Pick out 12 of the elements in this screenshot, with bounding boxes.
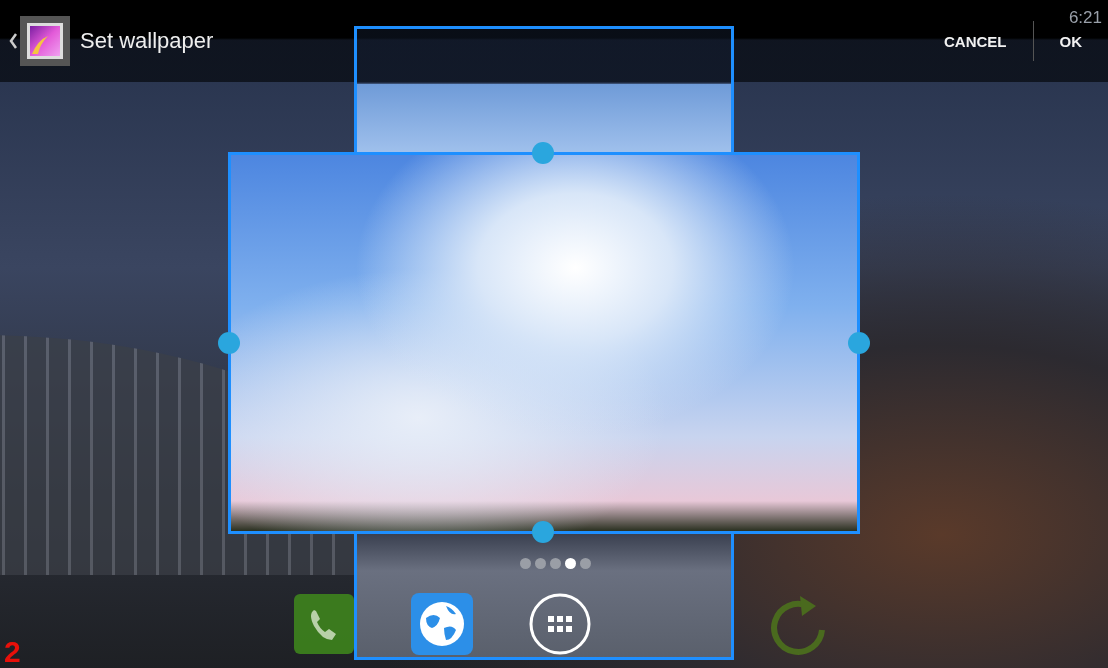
figure-number: 2 (4, 636, 21, 668)
app-grid-icon[interactable] (528, 592, 592, 656)
cancel-button[interactable]: CANCEL (930, 19, 1021, 63)
portrait-crop-frame-top[interactable] (354, 26, 734, 152)
gallery-app-icon[interactable] (20, 16, 70, 66)
landscape-crop-frame[interactable] (228, 152, 860, 534)
screen-title: Set wallpaper (80, 28, 214, 54)
phone-icon[interactable] (292, 592, 356, 656)
globe-icon[interactable] (410, 592, 474, 656)
status-time: 6:21 (1068, 8, 1102, 28)
portrait-crop-frame-bottom[interactable] (354, 534, 734, 660)
back-caret-icon[interactable] (8, 31, 18, 51)
